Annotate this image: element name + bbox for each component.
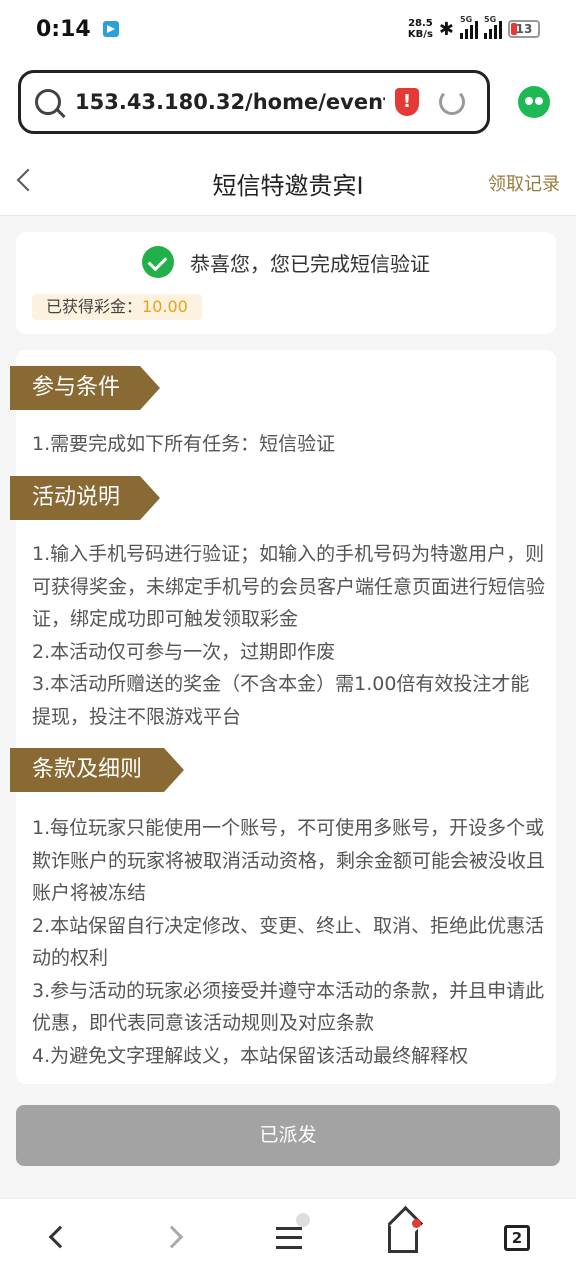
section-line: 1.输入手机号码进行验证；如输入的手机号码为特邀用户，则可获得奖金，未绑定手机号… [32, 543, 546, 630]
bonus-amount: 10.00 [142, 297, 188, 316]
section-line: 4.为避免文字理解歧义，本站保留该活动最终解释权 [32, 1044, 469, 1067]
extension-icon[interactable] [518, 86, 550, 118]
reload-icon[interactable] [439, 89, 465, 115]
signal-label: 5G [460, 15, 473, 24]
status-time: 0:14 [36, 16, 91, 42]
success-card: 恭喜您，您已完成短信验证 已获得彩金：10.00 [16, 232, 556, 334]
browser-toolbar: 153.43.180.32/home/event... ! [0, 58, 576, 148]
dispatched-button[interactable]: 已派发 [16, 1105, 560, 1166]
page-header: 短信特邀贵宾I 领取记录 [0, 148, 576, 216]
bottom-nav: 2 [0, 1198, 576, 1280]
section-title-description: 活动说明 [10, 476, 160, 520]
net-speed: 28.5 KB/s [408, 18, 433, 40]
search-icon [35, 89, 61, 115]
net-speed-value: 28.5 [408, 18, 433, 29]
section-body-description: 1.输入手机号码进行验证；如输入的手机号码为特邀用户，则可获得奖金，未绑定手机号… [32, 538, 548, 733]
signal-icon: 5G [484, 15, 502, 39]
section-line: 3.本活动所赠送的奖金（不含本金）需1.00倍有效投注才能提现，投注不限游戏平台 [32, 673, 530, 728]
battery-icon: 13 [508, 20, 540, 38]
success-row: 恭喜您，您已完成短信验证 [16, 246, 556, 278]
notification-dot-icon [412, 1219, 421, 1228]
section-title-terms: 条款及细则 [10, 748, 184, 792]
check-circle-icon [142, 246, 174, 278]
section-line: 2.本活动仅可参与一次，过期即作废 [32, 640, 336, 663]
menu-check-badge-icon [296, 1213, 310, 1227]
security-warning-icon[interactable]: ! [395, 88, 419, 116]
menu-icon[interactable] [276, 1227, 302, 1249]
section-line: 1.每位玩家只能使用一个账号，不可使用多账号，开设多个或欺诈账户的玩家将被取消活… [32, 817, 546, 904]
address-bar[interactable]: 153.43.180.32/home/event... ! [18, 70, 490, 134]
signal-label: 5G [484, 15, 497, 24]
nav-forward-icon[interactable] [160, 1225, 184, 1249]
records-link[interactable]: 领取记录 [488, 170, 560, 196]
success-message: 恭喜您，您已完成短信验证 [190, 251, 430, 276]
bonus-badge: 已获得彩金：10.00 [32, 294, 202, 320]
section-body-conditions: 1.需要完成如下所有任务：短信验证 [32, 428, 548, 461]
net-speed-unit: KB/s [407, 29, 433, 40]
status-indicators: 28.5 KB/s ✱ 5G 5G 13 [408, 15, 540, 40]
section-line: 3.参与活动的玩家必须接受并遵守本活动的条款，并且申请此优惠，即代表同意该活动规… [32, 979, 545, 1035]
tabs-button[interactable]: 2 [504, 1225, 530, 1251]
section-line: 2.本站保留自行决定修改、变更、终止、取消、拒绝此优惠活动的权利 [32, 914, 545, 970]
url-text[interactable]: 153.43.180.32/home/event... [75, 90, 385, 114]
section-line: 1.需要完成如下所有任务：短信验证 [32, 433, 336, 455]
info-card: 参与条件 1.需要完成如下所有任务：短信验证 活动说明 1.输入手机号码进行验证… [10, 350, 556, 1084]
bluetooth-icon: ✱ [438, 18, 454, 40]
status-bar: 0:14 28.5 KB/s ✱ 5G 5G 13 [0, 0, 576, 58]
battery-percent: 13 [515, 22, 533, 36]
nav-back-icon[interactable] [48, 1225, 72, 1249]
telegram-icon [102, 21, 119, 37]
bonus-label: 已获得彩金： [46, 297, 143, 316]
signal-icon: 5G [460, 15, 478, 39]
section-body-terms: 1.每位玩家只能使用一个账号，不可使用多账号，开设多个或欺诈账户的玩家将被取消活… [32, 812, 548, 1072]
section-title-conditions: 参与条件 [10, 366, 160, 410]
